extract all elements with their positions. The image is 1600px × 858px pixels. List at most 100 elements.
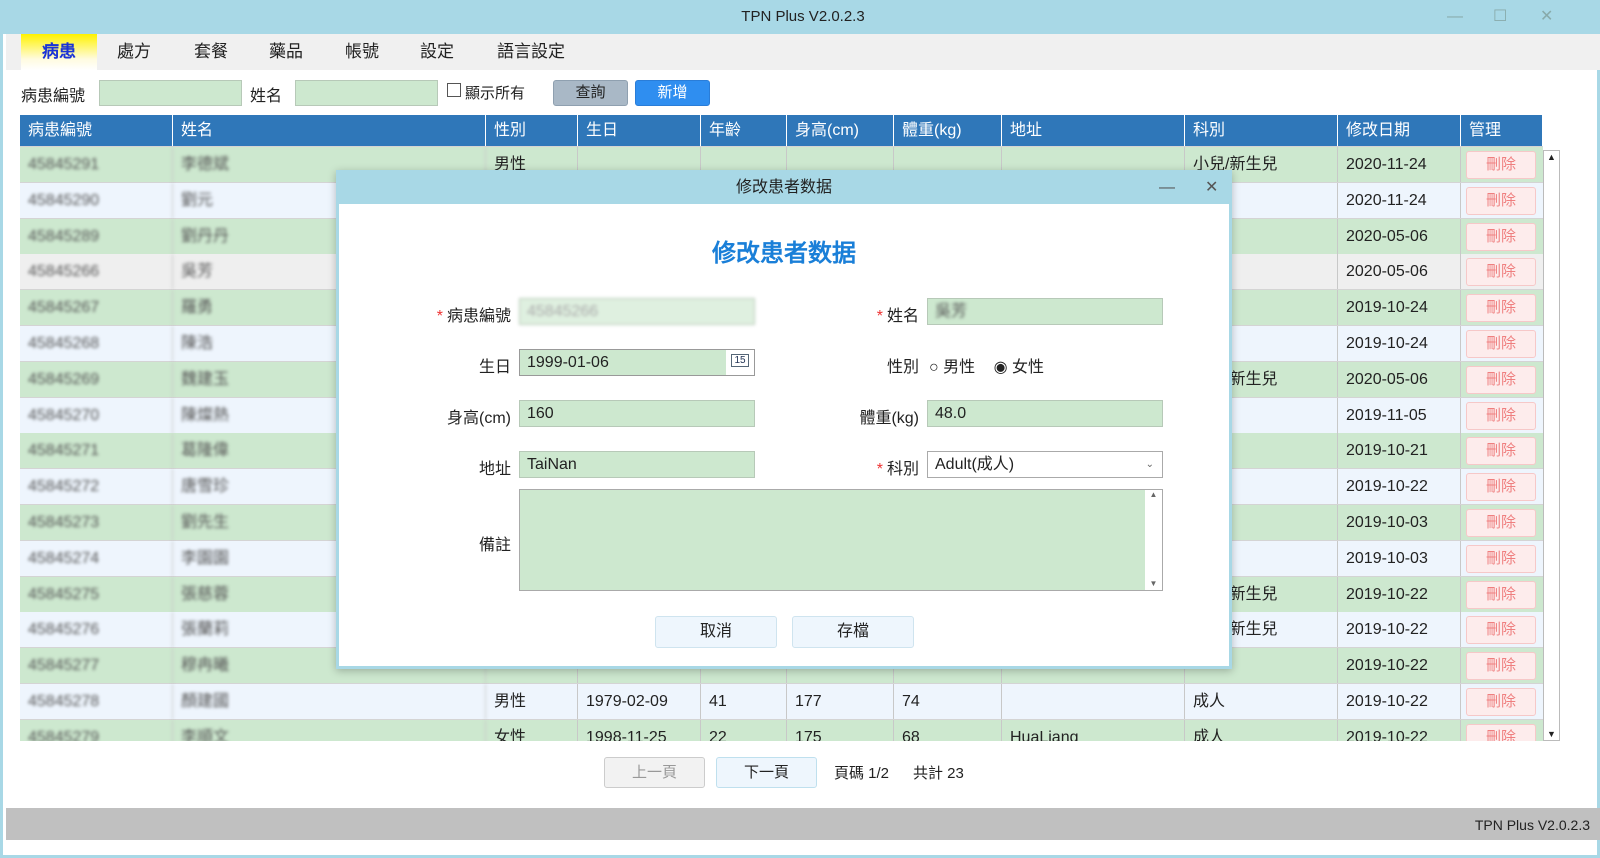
- column-header[interactable]: 科別: [1185, 115, 1338, 146]
- patient-id-search-input[interactable]: [99, 80, 242, 106]
- query-button[interactable]: 查詢: [553, 80, 628, 106]
- cell-id: 45845291: [20, 147, 173, 182]
- delete-button[interactable]: 刪除: [1466, 723, 1536, 741]
- next-page-button[interactable]: 下一頁: [716, 757, 817, 788]
- female-radio[interactable]: ◉ 女性: [994, 359, 1044, 376]
- menu-prescription[interactable]: 處方: [104, 34, 164, 70]
- minimize-icon[interactable]: —: [1447, 0, 1463, 34]
- note-textarea[interactable]: [519, 489, 1163, 591]
- note-scrollbar[interactable]: ▲ ▼: [1145, 490, 1162, 590]
- delete-button[interactable]: 刪除: [1466, 437, 1536, 466]
- cell-id: 45845273: [20, 505, 173, 540]
- menu-patients[interactable]: 病患: [21, 34, 97, 70]
- cell-id: 45845276: [20, 612, 173, 648]
- delete-button[interactable]: 刪除: [1466, 294, 1536, 323]
- cell-gender: 男性: [486, 684, 578, 719]
- save-button[interactable]: 存檔: [792, 616, 914, 648]
- cell-modified: 2020-05-06: [1338, 361, 1461, 397]
- edit-patient-dialog: 修改患者数据 — ✕ 修改患者数据 * 病患編號 45845266 * 姓名 吳芳 …: [336, 170, 1232, 669]
- column-header[interactable]: 體重(kg): [894, 115, 1002, 146]
- menu-package[interactable]: 套餐: [181, 34, 241, 70]
- weight-field[interactable]: 48.0: [927, 400, 1163, 427]
- table-scrollbar[interactable]: ▲ ▼: [1543, 150, 1560, 741]
- name-search-input[interactable]: [295, 80, 438, 106]
- gender-field-label: 性別: [886, 359, 919, 376]
- cell-modified: 2019-10-24: [1338, 290, 1461, 326]
- dept-select[interactable]: Adult(成人) ⌄: [927, 451, 1163, 478]
- name-field[interactable]: 吳芳: [927, 298, 1163, 325]
- column-header[interactable]: 地址: [1002, 115, 1185, 146]
- scroll-up-icon[interactable]: ▲: [1547, 152, 1556, 162]
- menu-bar: 病患 處方 套餐 藥品 帳號 設定 語言設定: [6, 34, 1600, 70]
- cell-modified: 2019-10-22: [1338, 576, 1461, 612]
- cell-modified: 2019-10-03: [1338, 505, 1461, 540]
- total-count: 共計 23: [913, 765, 964, 782]
- delete-button[interactable]: 刪除: [1466, 688, 1536, 716]
- birth-field-label: 生日: [478, 359, 511, 376]
- delete-button[interactable]: 刪除: [1466, 509, 1536, 537]
- delete-button[interactable]: 刪除: [1466, 151, 1536, 179]
- patient-id-field: 45845266: [519, 298, 755, 325]
- delete-button[interactable]: 刪除: [1466, 580, 1536, 609]
- show-all-checkbox[interactable]: [447, 83, 461, 97]
- window-title: TPN Plus V2.0.2.3: [741, 8, 865, 25]
- menu-drugs[interactable]: 藥品: [256, 34, 316, 70]
- menu-settings[interactable]: 設定: [407, 34, 467, 70]
- cell-modified: 2019-11-05: [1338, 397, 1461, 433]
- cell-name: 李順文: [173, 719, 486, 741]
- height-field-label: 身高(cm): [447, 410, 511, 427]
- delete-button[interactable]: 刪除: [1466, 186, 1536, 215]
- column-header[interactable]: 修改日期: [1338, 115, 1461, 146]
- cell-birth: 1998-11-25: [578, 719, 701, 741]
- column-header[interactable]: 年齡: [701, 115, 787, 146]
- maximize-icon[interactable]: ☐: [1493, 0, 1507, 34]
- dialog-minimize-icon[interactable]: —: [1159, 173, 1175, 203]
- delete-button[interactable]: 刪除: [1466, 222, 1536, 251]
- cell-id: 45845277: [20, 648, 173, 684]
- close-icon[interactable]: ✕: [1540, 0, 1553, 34]
- male-radio[interactable]: ○ 男性: [929, 359, 975, 376]
- page-indicator: 頁碼 1/2: [834, 765, 890, 782]
- weight-field-label: 體重(kg): [859, 410, 919, 427]
- cell-modified: 2019-10-22: [1338, 648, 1461, 684]
- cell-address: HuaLiang: [1002, 719, 1185, 741]
- cell-modified: 2020-05-06: [1338, 254, 1461, 290]
- height-field[interactable]: 160: [519, 400, 755, 427]
- delete-button[interactable]: 刪除: [1466, 401, 1536, 430]
- column-header[interactable]: 身高(cm): [787, 115, 894, 146]
- dialog-close-icon[interactable]: ✕: [1205, 173, 1218, 203]
- delete-button[interactable]: 刪除: [1466, 330, 1536, 358]
- menu-language[interactable]: 語言設定: [486, 34, 576, 70]
- menu-accounts[interactable]: 帳號: [332, 34, 392, 70]
- column-header[interactable]: 生日: [578, 115, 701, 146]
- cell-modified: 2019-10-22: [1338, 684, 1461, 719]
- title-bar: TPN Plus V2.0.2.3 — ☐ ✕: [3, 0, 1600, 34]
- delete-button[interactable]: 刪除: [1466, 473, 1536, 502]
- delete-button[interactable]: 刪除: [1466, 652, 1536, 681]
- column-header[interactable]: 管理: [1461, 115, 1543, 146]
- delete-button[interactable]: 刪除: [1466, 544, 1536, 573]
- address-field[interactable]: TaiNan: [519, 451, 755, 478]
- column-header[interactable]: 病患編號: [20, 115, 173, 146]
- cell-id: 45845290: [20, 182, 173, 218]
- cell-modified: 2019-10-24: [1338, 326, 1461, 361]
- column-header[interactable]: 姓名: [173, 115, 486, 146]
- add-button[interactable]: 新增: [635, 80, 710, 106]
- delete-button[interactable]: 刪除: [1466, 258, 1536, 287]
- prev-page-button[interactable]: 上一頁: [604, 757, 705, 788]
- cell-name: 顏建國: [173, 684, 486, 719]
- cell-id: 45845279: [20, 719, 173, 741]
- birth-date-field[interactable]: 1999-01-06 15: [519, 349, 755, 376]
- delete-button[interactable]: 刪除: [1466, 365, 1536, 394]
- cell-modified: 2019-10-21: [1338, 433, 1461, 469]
- delete-button[interactable]: 刪除: [1466, 616, 1536, 645]
- calendar-icon[interactable]: 15: [726, 350, 754, 375]
- cancel-button[interactable]: 取消: [655, 616, 777, 648]
- table-row[interactable]: 45845278 顏建國 男性 1979-02-09 41 177 74 成人 2019-10-…: [20, 684, 1543, 720]
- name-label: 姓名: [250, 88, 283, 105]
- column-header[interactable]: 性別: [486, 115, 578, 146]
- cell-id: 45845289: [20, 218, 173, 254]
- scroll-down-icon[interactable]: ▼: [1547, 729, 1556, 739]
- cell-id: 45845272: [20, 469, 173, 505]
- table-row[interactable]: 45845279 李順文 女性 1998-11-25 22 175 68 HuaLiang 成人…: [20, 719, 1543, 741]
